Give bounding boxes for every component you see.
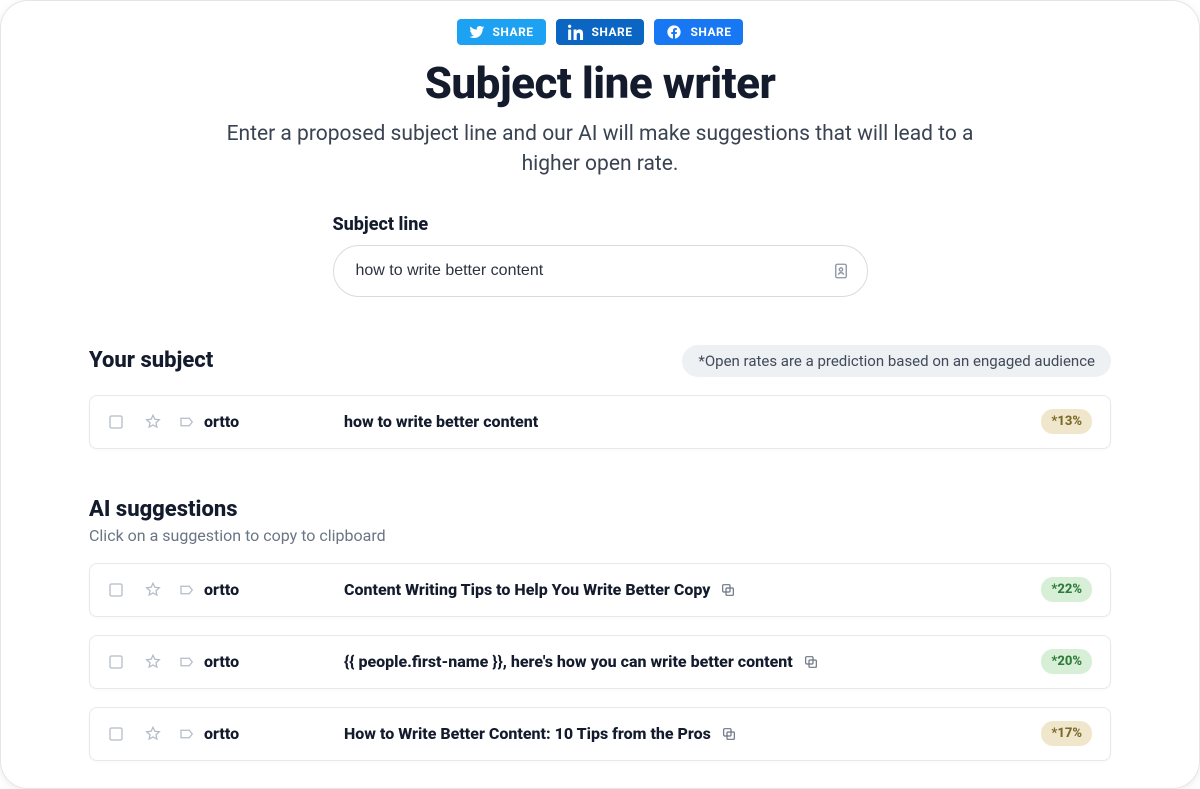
- linkedin-icon: [568, 24, 584, 40]
- your-subject-row: ortto how to write better content *13%: [89, 395, 1111, 449]
- ai-suggestion-row[interactable]: ortto {{ people.first-name }}, here's ho…: [89, 635, 1111, 689]
- label-icon[interactable]: [170, 413, 204, 431]
- sender-name: ortto: [204, 652, 344, 671]
- ai-suggestion-row[interactable]: ortto Content Writing Tips to Help You W…: [89, 563, 1111, 617]
- open-rate-badge: *17%: [1041, 721, 1092, 746]
- star-icon[interactable]: [136, 725, 170, 743]
- page-title: Subject line writer: [1, 57, 1199, 109]
- checkbox-icon[interactable]: [96, 725, 136, 743]
- contacts-icon: [832, 262, 850, 280]
- star-icon[interactable]: [136, 581, 170, 599]
- checkbox-icon[interactable]: [96, 653, 136, 671]
- subject-input[interactable]: [333, 245, 868, 297]
- twitter-icon: [469, 24, 485, 40]
- open-rate-badge: *22%: [1041, 577, 1092, 602]
- share-linkedin-label: SHARE: [592, 25, 633, 39]
- share-facebook-label: SHARE: [690, 25, 731, 39]
- copy-icon: [803, 654, 819, 670]
- ai-suggestions-sub: Click on a suggestion to copy to clipboa…: [89, 526, 1111, 545]
- share-button-row: SHARE SHARE SHARE: [1, 19, 1199, 45]
- subject-input-label: Subject line: [333, 214, 868, 235]
- sender-name: ortto: [204, 724, 344, 743]
- share-facebook-button[interactable]: SHARE: [654, 19, 743, 45]
- open-rate-badge: *13%: [1041, 409, 1092, 434]
- your-subject-text: how to write better content: [344, 412, 538, 431]
- copy-icon: [721, 726, 737, 742]
- share-twitter-label: SHARE: [493, 25, 534, 39]
- star-icon[interactable]: [136, 653, 170, 671]
- share-linkedin-button[interactable]: SHARE: [556, 19, 645, 45]
- checkbox-icon[interactable]: [96, 581, 136, 599]
- sender-name: ortto: [204, 412, 344, 431]
- page-subtitle: Enter a proposed subject line and our AI…: [210, 119, 990, 180]
- ai-suggestion-text: How to Write Better Content: 10 Tips fro…: [344, 724, 711, 743]
- label-icon[interactable]: [170, 653, 204, 671]
- ai-suggestion-row[interactable]: ortto How to Write Better Content: 10 Ti…: [89, 707, 1111, 761]
- sender-name: ortto: [204, 580, 344, 599]
- star-icon[interactable]: [136, 413, 170, 431]
- facebook-icon: [666, 24, 682, 40]
- checkbox-icon[interactable]: [96, 413, 136, 431]
- open-rate-note: *Open rates are a prediction based on an…: [682, 345, 1111, 377]
- share-twitter-button[interactable]: SHARE: [457, 19, 546, 45]
- copy-icon: [720, 582, 736, 598]
- label-icon[interactable]: [170, 725, 204, 743]
- label-icon[interactable]: [170, 581, 204, 599]
- ai-suggestion-text: Content Writing Tips to Help You Write B…: [344, 580, 710, 599]
- ai-suggestion-text: {{ people.first-name }}, here's how you …: [344, 652, 793, 671]
- ai-suggestions-heading: AI suggestions: [89, 497, 1111, 522]
- your-subject-heading: Your subject: [89, 348, 213, 373]
- open-rate-badge: *20%: [1041, 649, 1092, 674]
